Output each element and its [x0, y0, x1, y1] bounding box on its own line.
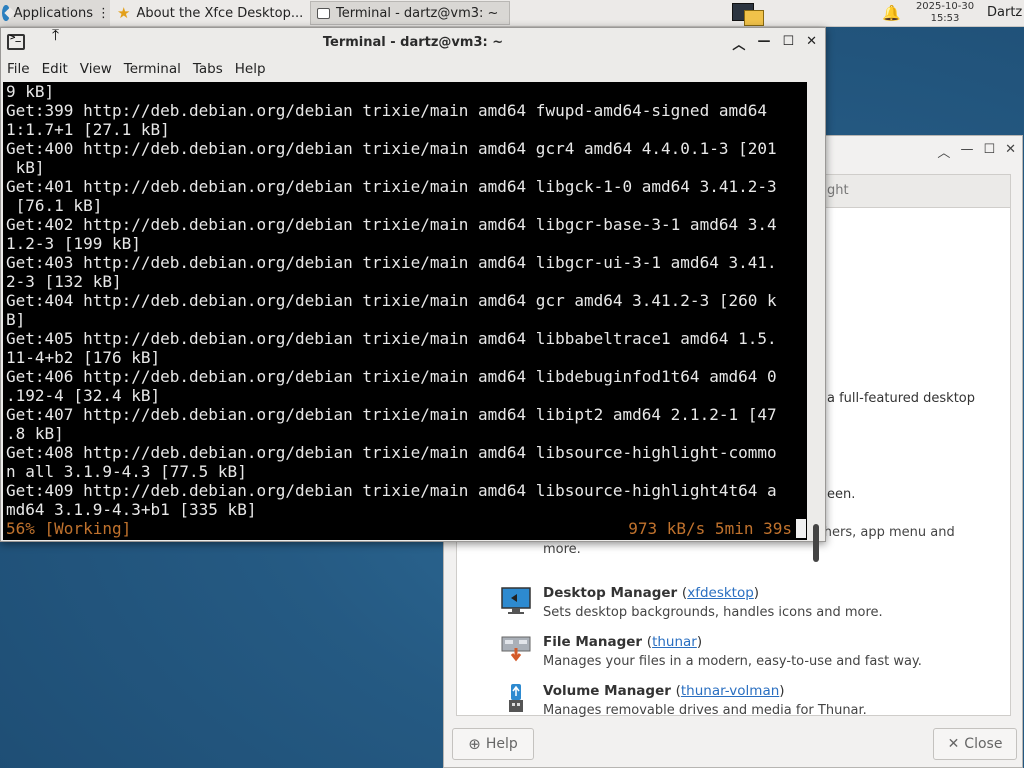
about-text-fragment: een.	[827, 487, 856, 502]
terminal-line: B]	[6, 310, 26, 329]
terminal-scrollbar[interactable]	[809, 82, 825, 562]
notification-bell-icon[interactable]: 🔔	[882, 4, 901, 22]
close-icon[interactable]: ✕	[806, 34, 817, 53]
taskbar-item-label: About the Xfce Desktop...	[136, 5, 304, 21]
terminal-line: Get:409 http://deb.debian.org/debian tri…	[6, 481, 777, 500]
terminal-line: md64 3.1.9-4.3+b1 [335 kB]	[6, 500, 257, 519]
scrollbar-thumb[interactable]	[813, 524, 819, 562]
tray-terminal-icon[interactable]	[730, 1, 764, 26]
close-label: Close	[964, 736, 1003, 752]
terminal-line: 2-3 [132 kB]	[6, 272, 122, 291]
help-button[interactable]: ⊕ Help	[452, 728, 534, 760]
terminal-line: n all 3.1.9-4.3 [77.5 kB]	[6, 462, 247, 481]
menu-tabs[interactable]: Tabs	[187, 59, 229, 81]
thunar-volman-link[interactable]: thunar-volman	[681, 683, 779, 699]
component-name: Volume Manager (thunar-volman)	[543, 683, 785, 699]
terminal-line: Get:406 http://deb.debian.org/debian tri…	[6, 367, 777, 386]
terminal-line: kB]	[6, 158, 45, 177]
terminal-line: Get:403 http://deb.debian.org/debian tri…	[6, 253, 777, 272]
terminal-line: Get:408 http://deb.debian.org/debian tri…	[6, 443, 777, 462]
clock-date: 2025-10-30	[915, 1, 975, 12]
applications-suffix: ⋮	[97, 5, 110, 21]
terminal-line: Get:400 http://deb.debian.org/debian tri…	[6, 139, 777, 158]
component-name: File Manager (thunar)	[543, 634, 703, 650]
close-icon: ✕	[947, 736, 960, 752]
taskbar-item-label: Terminal - dartz@vm3: ~	[336, 5, 499, 21]
terminal-menubar: File Edit View Terminal Tabs Help	[1, 59, 272, 81]
xfce-logo-icon	[2, 5, 10, 21]
help-label: Help	[485, 736, 518, 752]
taskbar-item-about[interactable]: ★ About the Xfce Desktop...	[110, 1, 310, 25]
terminal-line: Get:405 http://deb.debian.org/debian tri…	[6, 329, 777, 348]
terminal-line: Get:401 http://deb.debian.org/debian tri…	[6, 177, 777, 196]
component-desc: Sets desktop backgrounds, handles icons …	[543, 605, 883, 620]
file-manager-icon	[501, 636, 531, 662]
mouse-cursor-icon: ⤒	[52, 25, 60, 44]
terminal-line: Get:404 http://deb.debian.org/debian tri…	[6, 291, 777, 310]
menu-edit[interactable]: Edit	[36, 59, 74, 81]
terminal-line: .192-4 [32.4 kB]	[6, 386, 161, 405]
terminal-line: Get:399 http://deb.debian.org/debian tri…	[6, 101, 767, 120]
terminal-line: Get:402 http://deb.debian.org/debian tri…	[6, 215, 777, 234]
terminal-line: 1:1.7+1 [27.1 kB]	[6, 120, 170, 139]
applications-menu-button[interactable]: Applications ⋮	[0, 0, 110, 26]
terminal-icon	[317, 7, 330, 19]
component-desc: more.	[543, 542, 581, 557]
component-desc: Manages your files in a modern, easy-to-…	[543, 654, 922, 669]
desktop-manager-icon	[501, 587, 531, 614]
minimize-icon[interactable]: —	[960, 142, 973, 161]
maximize-icon[interactable]: ☐	[983, 142, 995, 161]
window-title: Terminal - dartz@vm3: ~	[322, 35, 504, 50]
xfdesktop-link[interactable]: xfdesktop	[687, 585, 754, 601]
menu-help[interactable]: Help	[229, 59, 272, 81]
terminal-line: 9 kB]	[6, 82, 55, 101]
clock-time: 15:53	[930, 13, 960, 24]
terminal-screen[interactable]: 9 kB] Get:399 http://deb.debian.org/debia…	[3, 82, 807, 540]
text-cursor	[796, 519, 806, 538]
top-panel: Applications ⋮ ★ About the Xfce Desktop.…	[0, 0, 1024, 27]
about-text-fragment: a full-featured desktop	[827, 391, 976, 406]
status-speed: 973 kB/s 5min 39s	[628, 519, 792, 538]
star-icon: ★	[117, 4, 131, 22]
panel-clock[interactable]: 2025-10-30 15:53	[912, 1, 978, 25]
tab-fragment[interactable]: ght	[827, 183, 849, 198]
maximize-icon[interactable]: ☐	[782, 34, 794, 53]
terminal-line: Get:407 http://deb.debian.org/debian tri…	[6, 405, 777, 424]
shade-icon[interactable]: ︿	[732, 34, 745, 53]
terminal-line: [76.1 kB]	[6, 196, 103, 215]
tray-terminal-front	[744, 10, 764, 26]
status-progress: 56% [Working]	[6, 519, 132, 538]
menu-file[interactable]: File	[1, 59, 36, 81]
taskbar-item-terminal[interactable]: Terminal - dartz@vm3: ~	[310, 1, 510, 25]
minimize-icon[interactable]: —	[757, 34, 770, 53]
terminal-line: 11-4+b2 [176 kB]	[6, 348, 161, 367]
menu-terminal[interactable]: Terminal	[118, 59, 187, 81]
thunar-link[interactable]: thunar	[652, 634, 697, 650]
terminal-titlebar[interactable]: Terminal - dartz@vm3: ~ ︿ — ☐ ✕	[1, 28, 825, 58]
component-desc: Manages removable drives and media for T…	[543, 703, 867, 718]
terminal-line: .8 kB]	[6, 424, 64, 443]
close-button[interactable]: ✕ Close	[933, 728, 1017, 760]
volume-manager-icon	[509, 684, 523, 712]
maximize-up-icon[interactable]: ︿	[937, 142, 950, 161]
user-menu[interactable]: Dartz	[987, 5, 1022, 20]
menu-view[interactable]: View	[74, 59, 118, 81]
applications-label: Applications	[13, 5, 93, 21]
terminal-output: 9 kB] Get:399 http://deb.debian.org/debia…	[6, 82, 777, 519]
terminal-window: Terminal - dartz@vm3: ~ ︿ — ☐ ✕ File Edi…	[0, 27, 826, 562]
apt-status-line: 56% [Working] 973 kB/s 5min 39s	[6, 519, 804, 538]
terminal-line: 1.2-3 [199 kB]	[6, 234, 141, 253]
help-icon: ⊕	[468, 735, 481, 753]
close-icon[interactable]: ✕	[1005, 142, 1016, 161]
component-name: Desktop Manager (xfdesktop)	[543, 585, 760, 601]
